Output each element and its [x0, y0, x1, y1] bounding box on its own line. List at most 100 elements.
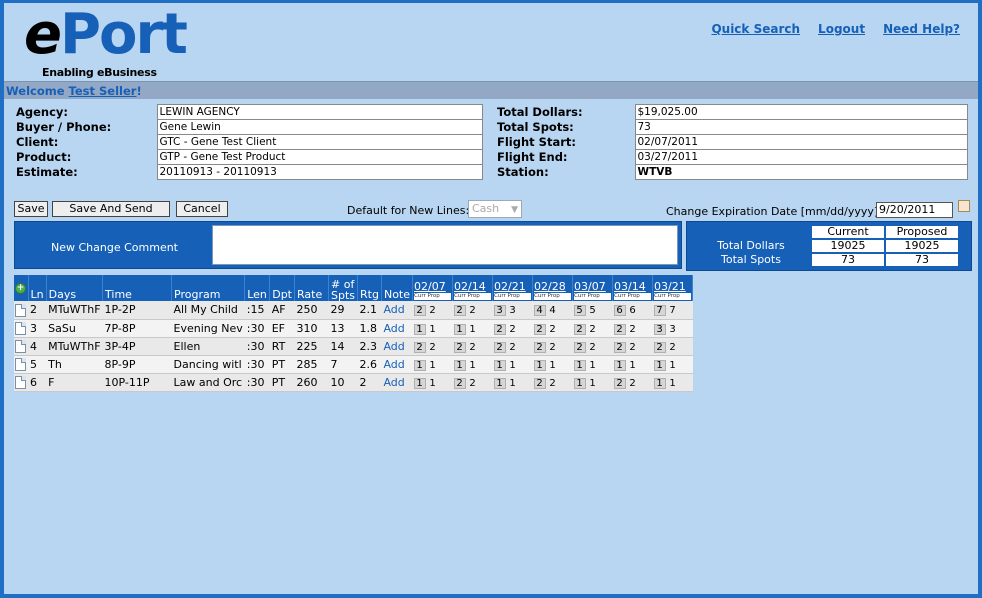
rating: 2 [357, 373, 382, 392]
proposed-spots-input[interactable]: 1 [467, 360, 479, 371]
daypart: PT [269, 373, 295, 392]
program: Dancing witl [171, 355, 245, 374]
proposed-spots-input[interactable]: 3 [667, 324, 679, 335]
proposed-spots-input[interactable]: 1 [507, 378, 519, 389]
logo-port: Port [59, 2, 188, 67]
proposed-spots-input[interactable]: 2 [507, 324, 519, 335]
proposed-spots-input[interactable]: 1 [667, 378, 679, 389]
week-date[interactable]: 02/07 [414, 281, 451, 293]
add-note-link[interactable]: Add [381, 373, 413, 392]
proposed-spots-input[interactable]: 2 [547, 378, 559, 389]
current-spots: 2 [533, 377, 546, 389]
proposed-spots-input[interactable]: 2 [467, 342, 479, 353]
add-note-link[interactable]: Add [381, 301, 413, 320]
week-date[interactable]: 03/07 [574, 281, 611, 293]
add-note-link[interactable]: Add [381, 337, 413, 356]
proposed-spots-input[interactable]: 2 [427, 305, 439, 316]
totals-row: Total Dollars 19025 19025 [692, 240, 958, 252]
program: Law and Orc [171, 373, 245, 392]
proposed-spots-input[interactable]: 2 [547, 342, 559, 353]
proposed-spots-input[interactable]: 1 [507, 360, 519, 371]
proposed-spots-input[interactable]: 1 [667, 360, 679, 371]
add-line-icon[interactable]: + [15, 283, 26, 294]
info-row: Flight End: 03/27/2011 [495, 149, 968, 165]
daypart: RT [269, 337, 295, 356]
proposed-spots-input[interactable]: 1 [427, 378, 439, 389]
quick-search-link[interactable]: Quick Search [711, 22, 800, 36]
total-dollars-value: $19,025.00 [634, 104, 968, 120]
proposed-spots-input[interactable]: 2 [467, 305, 479, 316]
week-cell: 33 [492, 301, 533, 320]
proposed-spots-input[interactable]: 2 [627, 378, 639, 389]
add-note-link[interactable]: Add [381, 319, 413, 338]
default-lines-select[interactable]: Cash ▼ [468, 200, 522, 218]
week-date[interactable]: 02/28 [534, 281, 571, 293]
logout-link[interactable]: Logout [818, 22, 865, 36]
estimate-label: Estimate: [16, 165, 78, 179]
current-spots: 1 [573, 377, 586, 389]
schedule-grid: + Ln Days Time Program Len Dpt Rate # of… [14, 275, 694, 392]
days: MTuWThF [46, 337, 103, 356]
week-date[interactable]: 02/21 [494, 281, 531, 293]
week-subheader: Curr Prop [454, 293, 492, 300]
save-button[interactable]: Save [14, 201, 48, 217]
document-icon[interactable] [15, 357, 26, 371]
week-subheader: Curr Prop [654, 293, 692, 300]
proposed-spots-input[interactable]: 7 [667, 305, 679, 316]
cancel-button[interactable]: Cancel [176, 201, 228, 217]
proposed-spots-input[interactable]: 4 [547, 305, 559, 316]
proposed-spots-input[interactable]: 1 [427, 360, 439, 371]
expiration-date-input[interactable]: 9/20/2011 [876, 202, 953, 218]
proposed-spots-input[interactable]: 1 [427, 324, 439, 335]
add-note-link[interactable]: Add [381, 355, 413, 374]
user-link[interactable]: Test Seller [69, 84, 137, 98]
week-date[interactable]: 03/14 [614, 281, 651, 293]
week-date[interactable]: 03/21 [654, 281, 691, 293]
need-help-link[interactable]: Need Help? [883, 22, 960, 36]
col-time: Time [102, 275, 173, 301]
proposed-spots-input[interactable]: 2 [467, 378, 479, 389]
proposed-spots-input[interactable]: 2 [587, 324, 599, 335]
totals-proposed-value: 73 [886, 254, 958, 266]
week-subheader: Curr Prop [494, 293, 532, 300]
current-spots: 2 [533, 341, 546, 353]
proposed-spots-input[interactable]: 1 [627, 360, 639, 371]
proposed-spots-input[interactable]: 2 [587, 342, 599, 353]
document-icon[interactable] [15, 321, 26, 335]
col-week: 02/28 Curr Prop [532, 275, 574, 301]
document-icon[interactable] [15, 303, 26, 317]
current-spots: 1 [453, 359, 466, 371]
proposed-spots-input[interactable]: 1 [587, 360, 599, 371]
program: All My Child [171, 301, 245, 320]
proposed-spots-input[interactable]: 2 [547, 324, 559, 335]
proposed-spots-input[interactable]: 1 [467, 324, 479, 335]
current-spots: 2 [493, 341, 506, 353]
col-len: Len [244, 275, 271, 301]
current-spots: 2 [573, 323, 586, 335]
comment-textarea[interactable] [212, 225, 678, 265]
document-icon[interactable] [15, 339, 26, 353]
proposed-spots-input[interactable]: 2 [507, 342, 519, 353]
proposed-spots-input[interactable]: 2 [627, 324, 639, 335]
time: 10P-11P [102, 373, 172, 392]
proposed-spots-input[interactable]: 6 [627, 305, 639, 316]
proposed-spots-input[interactable]: 2 [667, 342, 679, 353]
proposed-spots-input[interactable]: 1 [587, 378, 599, 389]
current-spots: 7 [653, 305, 666, 317]
document-icon[interactable] [15, 375, 26, 389]
line-number: 5 [28, 355, 47, 374]
col-spots-line2: Spts [331, 289, 356, 302]
proposed-spots-input[interactable]: 2 [427, 342, 439, 353]
welcome-bar [4, 81, 978, 99]
week-cell: 22 [652, 337, 693, 356]
save-and-send-button[interactable]: Save And Send [52, 201, 170, 217]
proposed-spots-input[interactable]: 5 [587, 305, 599, 316]
proposed-spots-input[interactable]: 1 [547, 360, 559, 371]
current-spots: 1 [573, 359, 586, 371]
proposed-spots-input[interactable]: 3 [507, 305, 519, 316]
week-date[interactable]: 02/14 [454, 281, 491, 293]
calendar-icon[interactable] [958, 200, 970, 212]
proposed-spots-input[interactable]: 2 [627, 342, 639, 353]
week-cell: 55 [572, 301, 613, 320]
week-cell: 11 [572, 373, 613, 392]
